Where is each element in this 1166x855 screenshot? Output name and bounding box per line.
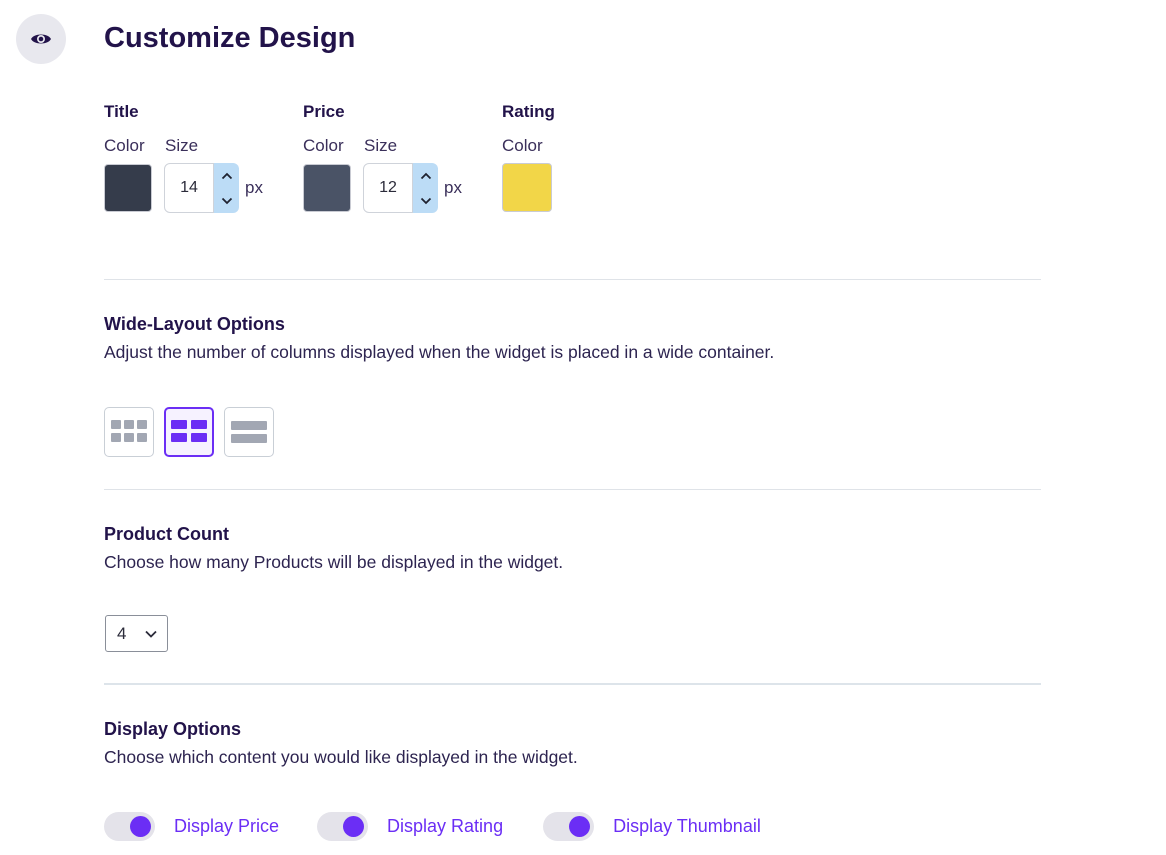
rating-color-swatch[interactable] [502, 163, 552, 212]
price-size-stepper[interactable]: 12 [363, 163, 438, 213]
toggle-label[interactable]: Display Price [174, 816, 279, 837]
toggle-display-thumbnail[interactable]: Display Thumbnail [543, 812, 761, 841]
product-count-description: Choose how many Products will be display… [104, 552, 564, 572]
price-size-label: Size [364, 136, 398, 155]
rating-color-label: Color [502, 136, 543, 155]
preview-button[interactable] [16, 14, 66, 64]
product-count-value: 4 [117, 623, 127, 643]
toggle-label[interactable]: Display Thumbnail [613, 816, 761, 837]
toggle-display-price[interactable]: Display Price [104, 812, 279, 841]
toggle-label[interactable]: Display Rating [387, 816, 503, 837]
decrement-button[interactable] [413, 188, 438, 213]
two-column-grid-icon [171, 420, 207, 442]
layout-option-two-columns[interactable] [164, 407, 214, 457]
chevron-up-icon [221, 172, 232, 179]
display-options-description: Choose which content you would like disp… [104, 747, 578, 767]
product-count-select[interactable]: 4 [105, 615, 168, 652]
wide-layout-description: Adjust the number of columns displayed w… [104, 342, 775, 362]
customize-design-panel: Customize Design Title Color Size 14 px [0, 0, 1166, 855]
increment-button[interactable] [413, 163, 438, 188]
title-color-swatch[interactable] [104, 164, 152, 212]
page-title: Customize Design [104, 22, 356, 54]
title-style-group: Title Color Size 14 px [104, 100, 263, 213]
toggle-knob [343, 816, 365, 837]
title-size-label: Size [165, 136, 199, 155]
toggle-switch[interactable] [104, 812, 155, 841]
decrement-button[interactable] [214, 188, 239, 213]
title-size-stepper[interactable]: 14 [164, 163, 239, 213]
display-toggles: Display Price Display Rating Display Thu… [104, 812, 799, 841]
toggle-switch[interactable] [543, 812, 595, 841]
divider [104, 489, 1041, 490]
chevron-down-icon [145, 630, 157, 638]
title-group-heading: Title [104, 102, 139, 121]
price-color-swatch[interactable] [303, 164, 351, 212]
title-color-label: Color [104, 136, 145, 155]
layout-options [104, 407, 284, 457]
display-options-section: Display Options Choose which content you… [104, 717, 578, 769]
price-color-label: Color [303, 136, 344, 155]
layout-option-three-columns[interactable] [104, 407, 154, 457]
chevron-up-icon [420, 172, 431, 179]
price-style-group: Price Color Size 12 px [303, 100, 462, 213]
product-count-title: Product Count [104, 524, 229, 544]
wide-layout-section: Wide-Layout Options Adjust the number of… [104, 312, 774, 364]
product-count-section: Product Count Choose how many Products w… [104, 522, 563, 574]
toggle-knob [130, 816, 151, 837]
title-size-input[interactable]: 14 [164, 163, 214, 213]
chevron-down-icon [420, 197, 431, 204]
chevron-down-icon [221, 197, 232, 204]
price-size-input[interactable]: 12 [363, 163, 413, 213]
toggle-display-rating[interactable]: Display Rating [317, 812, 503, 841]
display-options-title: Display Options [104, 719, 242, 739]
divider [104, 683, 1041, 685]
rating-style-group: Rating Color [502, 100, 555, 212]
price-size-unit: px [444, 178, 462, 197]
price-group-heading: Price [303, 102, 345, 121]
divider [104, 279, 1041, 280]
toggle-switch[interactable] [317, 812, 369, 841]
increment-button[interactable] [214, 163, 239, 188]
three-column-grid-icon [111, 420, 147, 442]
single-column-list-icon [231, 421, 267, 443]
eye-icon [31, 34, 51, 44]
rating-group-heading: Rating [502, 102, 555, 121]
toggle-knob [569, 816, 591, 837]
layout-option-single-column[interactable] [224, 407, 274, 457]
wide-layout-title: Wide-Layout Options [104, 314, 285, 334]
title-size-unit: px [245, 178, 263, 197]
